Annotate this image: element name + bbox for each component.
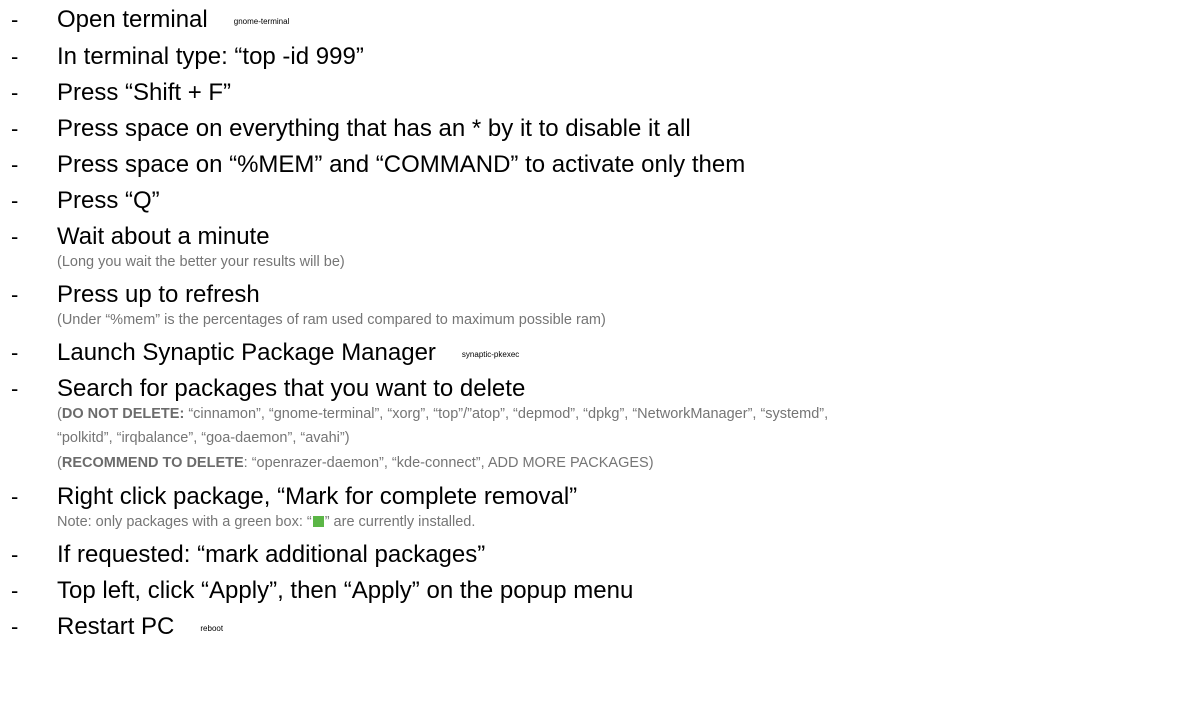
do-not-delete-label: DO NOT DELETE: — [61, 406, 185, 422]
step-text: Press space on everything that has an * … — [57, 115, 691, 142]
bullet: - — [11, 116, 19, 141]
step-text: Wait about a minute — [57, 223, 270, 250]
step-note: (Long you wait the better your results w… — [57, 254, 345, 270]
step-text: Top left, click “Apply”, then “Apply” on… — [57, 577, 634, 604]
bullet: - — [11, 340, 19, 365]
bullet: - — [11, 614, 19, 639]
bullet: - — [11, 44, 19, 69]
bullet: - — [11, 152, 19, 177]
bullet: - — [11, 542, 19, 567]
command-tag: reboot — [200, 624, 224, 633]
step-text: Press “Shift + F” — [57, 79, 232, 106]
bullet: - — [11, 484, 19, 509]
recommend-delete-label: RECOMMEND TO DELETE — [61, 455, 244, 471]
command-tag: gnome-terminal — [233, 17, 290, 26]
instructions-document: - Open terminal gnome-terminal - In termi… — [0, 0, 1197, 702]
step-text: Search for packages that you want to del… — [57, 375, 526, 402]
bullet: - — [11, 80, 19, 105]
step-note: (Under “%mem” is the percentages of ram … — [57, 312, 606, 328]
installed-note: Note: only packages with a green box: “”… — [57, 514, 476, 530]
step-text: Press space on “%MEM” and “COMMAND” to a… — [57, 151, 746, 178]
do-not-delete-note-continued: “polkitd”, “irqbalance”, “goa-daemon”, “… — [57, 430, 350, 446]
step-text: Open terminal — [57, 6, 208, 33]
command-tag: synaptic-pkexec — [461, 350, 520, 359]
bullet: - — [11, 188, 19, 213]
step-text: Press up to refresh — [57, 281, 260, 308]
step-text: Right click package, “Mark for complete … — [57, 483, 578, 510]
bullet: - — [11, 282, 19, 307]
recommend-delete-note: (RECOMMEND TO DELETE: “openrazer-daemon”… — [57, 455, 654, 471]
bullet: - — [11, 376, 19, 401]
bullet: - — [11, 578, 19, 603]
step-text: Restart PC — [57, 613, 175, 640]
step-text: Press “Q” — [57, 187, 160, 214]
step-text: In terminal type: “top -id 999” — [57, 43, 364, 70]
step-text: If requested: “mark additional packages” — [57, 541, 486, 568]
bullet: - — [11, 224, 19, 249]
step-text: Launch Synaptic Package Manager — [57, 339, 436, 366]
green-box-icon — [312, 516, 324, 527]
bullet: - — [11, 7, 19, 32]
do-not-delete-note: (DO NOT DELETE: “cinnamon”, “gnome-termi… — [57, 406, 829, 422]
